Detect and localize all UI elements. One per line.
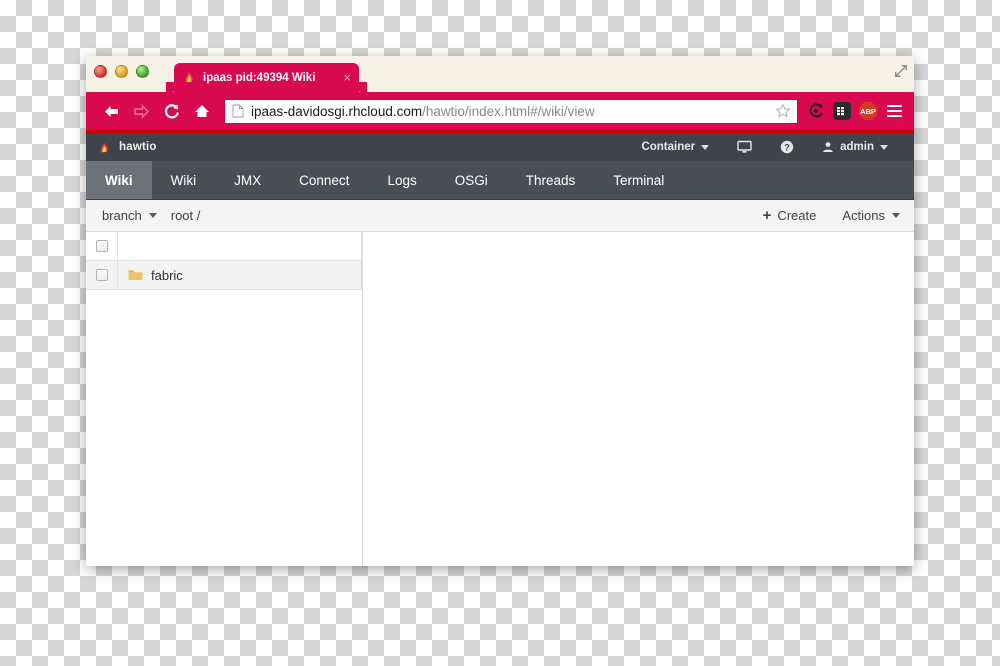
select-all-checkbox[interactable] [95,240,108,252]
browser-extensions: ABP [806,102,904,121]
file-name-cell[interactable]: fabric [118,268,183,283]
actions-dropdown[interactable]: Actions [842,208,900,223]
tab-jmx[interactable]: JMX [215,161,280,199]
url-domain: ipaas-davidosgi.rhcloud.com [251,103,423,119]
plus-icon: + [762,207,772,224]
container-menu-label: Container [641,141,696,153]
reload-icon [164,103,179,118]
breadcrumb[interactable]: root / [171,208,201,223]
hawtio-brand-label: hawtio [119,141,157,153]
hawtio-logo-icon [100,142,108,152]
hawtio-header-actions: Container ? admin [627,140,902,154]
back-button[interactable] [98,98,125,124]
address-bar-text: ipaas-davidosgi.rhcloud.com/hawtio/index… [251,104,775,119]
file-table-header-row [86,232,361,261]
svg-text:?: ? [784,142,790,152]
sync-extension-icon[interactable] [806,102,825,121]
wiki-toolbar-actions: + Create Actions [763,208,900,223]
tab-wiki[interactable]: Wiki [152,161,216,199]
chevron-down-icon [880,144,888,150]
file-name-label: fabric [151,267,183,283]
address-bar[interactable]: ipaas-davidosgi.rhcloud.com/hawtio/index… [224,98,798,124]
tab-logs[interactable]: Logs [368,161,435,199]
create-button[interactable]: + Create [763,208,817,223]
help-circle-icon: ? [780,140,794,154]
folder-icon [128,270,143,280]
adblock-plus-extension-icon[interactable]: ABP [859,102,877,120]
tab-wiki-active[interactable]: Wiki [86,161,152,199]
back-arrow-icon [105,105,118,117]
tab-threads[interactable]: Threads [507,161,595,199]
chevron-down-icon [148,213,157,218]
hamburger-icon [887,104,902,118]
hawtio-favicon-icon [185,72,193,83]
wiki-toolbar: branch root / + Create Actions [86,200,914,232]
page-document-icon [232,104,244,118]
hawtio-header: hawtio Container ? admin [86,133,914,161]
minimize-window-button[interactable] [115,65,128,78]
branch-dropdown-label: branch [102,208,142,223]
browser-tab[interactable]: ipaas pid:49394 Wiki × [166,63,367,92]
create-button-label: Create [777,208,817,223]
row-checkbox[interactable] [95,269,108,281]
branch-dropdown[interactable]: branch [102,208,157,223]
user-menu-label: admin [840,141,874,153]
screen-button[interactable] [723,140,766,154]
home-button[interactable] [188,98,215,124]
hawtio-app: hawtio Container ? admin Wiki Wiki JMX C… [86,130,914,566]
tab-terminal[interactable]: Terminal [594,161,683,199]
container-menu[interactable]: Container [627,141,723,153]
hawtio-nav-tabs: Wiki Wiki JMX Connect Logs OSGi Threads … [86,161,914,200]
browser-toolbar: ipaas-davidosgi.rhcloud.com/hawtio/index… [86,92,914,130]
select-all-cell[interactable] [86,232,118,260]
url-path: /hawtio/index.html#/wiki/view [422,103,595,119]
browser-tab-title: ipaas pid:49394 Wiki [203,71,316,84]
panel-divider [362,232,363,566]
browser-window: ipaas pid:49394 Wiki × ipaas-davidosgi.r… [86,56,914,566]
tab-connect[interactable]: Connect [280,161,368,199]
reload-button[interactable] [158,98,185,124]
blackberry-extension-icon[interactable] [833,102,851,120]
close-window-button[interactable] [94,65,107,78]
row-select-cell[interactable] [86,261,118,289]
user-icon [823,142,833,152]
close-tab-button[interactable]: × [343,71,351,84]
browser-tab-strip: ipaas pid:49394 Wiki × [86,56,914,92]
expand-window-icon[interactable] [894,64,908,78]
actions-dropdown-label: Actions [842,208,885,223]
hawtio-brand[interactable]: hawtio [98,141,157,154]
user-menu[interactable]: admin [808,141,902,153]
table-row[interactable]: fabric [86,261,361,290]
forward-arrow-icon [134,103,149,119]
chevron-down-icon [892,213,900,218]
maximize-window-button[interactable] [136,65,149,78]
wiki-content-area: fabric ipaas pid:49394 [86,232,914,566]
help-button[interactable]: ? [766,140,808,154]
browser-menu-button[interactable] [885,102,904,121]
window-controls[interactable] [94,65,149,78]
chevron-down-icon [701,144,710,150]
monitor-icon [737,140,752,153]
forward-button[interactable] [128,98,155,124]
home-icon [194,105,209,117]
file-table: fabric [86,232,362,290]
tab-osgi[interactable]: OSGi [436,161,507,199]
bookmark-star-icon[interactable] [775,103,791,119]
